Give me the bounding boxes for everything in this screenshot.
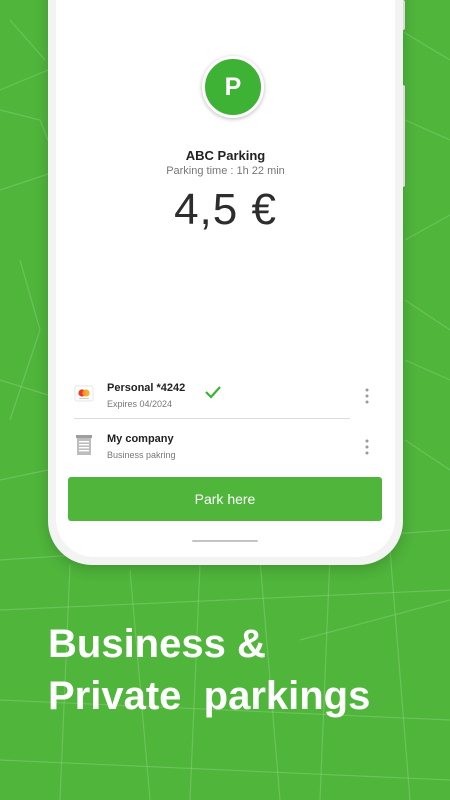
payment-subtitle: Expires 04/2024 xyxy=(107,399,173,409)
promo-headline: Business & Private parkings xyxy=(48,618,448,722)
parking-time: Parking time : 1h 22 min xyxy=(166,165,285,177)
payment-subtitle: Business pakring xyxy=(107,450,176,460)
payment-title: Personal *4242 xyxy=(107,382,186,394)
parking-name: ABC Parking xyxy=(185,148,266,163)
more-options-icon[interactable] xyxy=(362,438,372,456)
headline-line-1: Business & xyxy=(48,622,266,666)
payment-method-personal[interactable]: Personal *4242 Expires 04/2024 xyxy=(56,380,395,422)
park-here-button[interactable]: Park here xyxy=(68,477,382,521)
home-indicator[interactable] xyxy=(192,540,258,542)
payment-title: My company xyxy=(107,433,174,445)
mastercard-icon xyxy=(74,385,94,402)
checkmark-icon xyxy=(205,386,221,399)
company-building-icon xyxy=(76,435,92,455)
payment-method-company[interactable]: My company Business pakring xyxy=(56,431,395,473)
parking-price: 4,5 € xyxy=(174,185,277,234)
divider xyxy=(74,418,350,419)
headline-line-2: Private parkings xyxy=(48,674,371,718)
phone-frame: P ABC Parking Parking time : 1h 22 min 4… xyxy=(48,0,403,565)
phone-screen: P ABC Parking Parking time : 1h 22 min 4… xyxy=(56,0,395,557)
more-options-icon[interactable] xyxy=(362,387,372,405)
parking-badge: P xyxy=(202,56,264,118)
